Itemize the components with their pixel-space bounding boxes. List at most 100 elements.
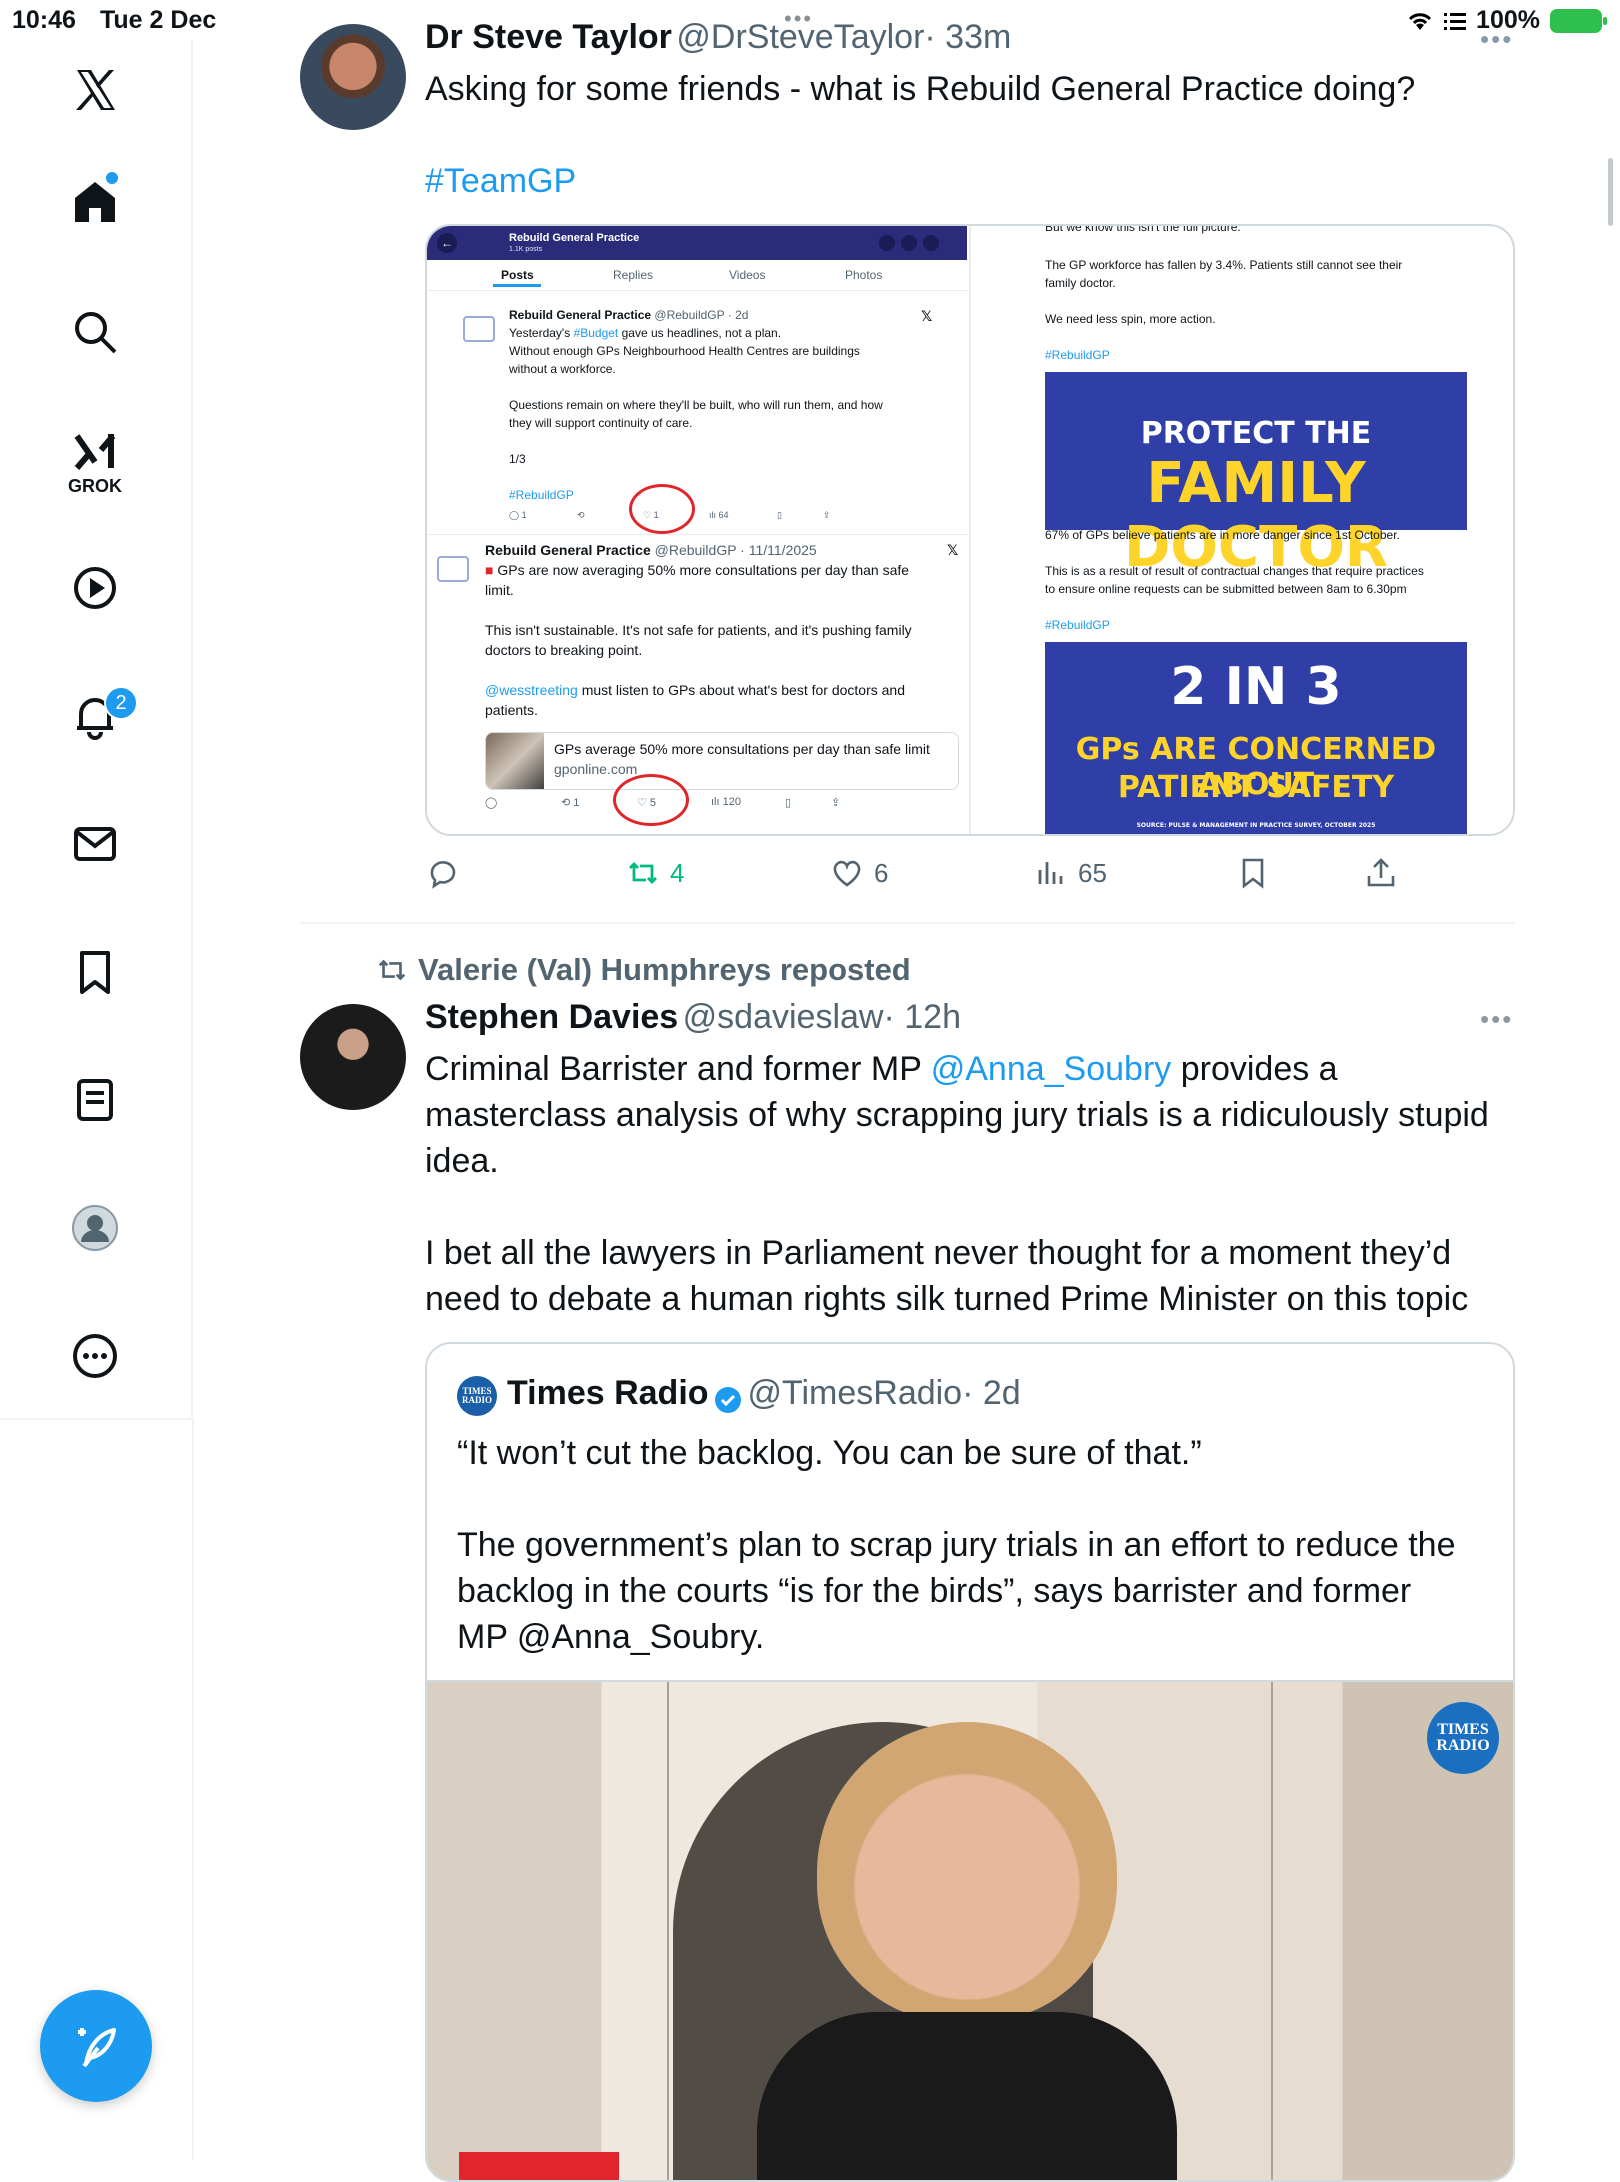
verified-badge-icon — [715, 1386, 741, 1413]
media-image-left[interactable]: ← Rebuild General Practice 1.1K posts Po… — [427, 226, 967, 834]
focus-list-icon — [1444, 12, 1467, 30]
author-handle[interactable]: @DrSteveTaylor — [676, 18, 924, 56]
quote-line3: backlog in the courts “is for the birds”… — [457, 1572, 1412, 1610]
share-icon — [1367, 858, 1395, 887]
hashtag-link[interactable]: #TeamGP — [425, 158, 576, 204]
repost-banner[interactable]: Valerie (Val) Humphreys reposted — [376, 952, 911, 988]
bookmark-icon — [1242, 858, 1264, 889]
mini-post1-view-count: 64 — [718, 510, 729, 520]
mini-divider — [427, 290, 967, 291]
tweet-more-icon[interactable]: ••• — [1480, 24, 1513, 55]
bookmarks-icon[interactable] — [65, 942, 125, 1002]
status-time: 10:46 — [12, 6, 76, 34]
author-handle[interactable]: @sdavieslaw — [683, 998, 884, 1036]
tweet-text-line5: need to debate a human rights silk turne… — [425, 1280, 1469, 1318]
right-line2: The GP workforce has fallen by 3.4%. Pat… — [1045, 258, 1403, 272]
quote-line2: The government’s plan to scrap jury tria… — [457, 1526, 1456, 1564]
like-button[interactable]: 6 — [830, 856, 888, 890]
mini-back-icon: ← — [437, 233, 457, 253]
mini-post2-bookmark-icon: ▯ — [785, 797, 792, 809]
mini-post2-repost-count: 1 — [573, 797, 580, 809]
reply-icon — [430, 861, 456, 889]
right-line6: This is as a result of result of contrac… — [1045, 564, 1424, 578]
author-name[interactable]: Stephen Davies — [425, 998, 678, 1036]
reply-button[interactable] — [426, 856, 460, 890]
x-logo-icon[interactable] — [65, 60, 125, 120]
right-hashtag-2: #RebuildGP — [1045, 618, 1110, 632]
tweet-header: Dr Steve Taylor @DrSteveTaylor· 33m — [425, 18, 1011, 57]
right-line5: 67% of GPs believe patients are in more … — [1045, 528, 1400, 542]
video-person-body — [757, 2012, 1177, 2180]
home-notification-dot — [106, 172, 118, 184]
mini-post2-name: Rebuild General Practice — [485, 542, 651, 558]
avatar[interactable] — [300, 1004, 406, 1110]
right-line1: But we know this isn't the full picture. — [1045, 224, 1241, 234]
logo-line1: TIMES — [1437, 1721, 1489, 1738]
mini-x-icon: 𝕏 — [921, 308, 933, 324]
repost-count: 4 — [670, 857, 685, 888]
video-panel-edge — [1271, 1682, 1273, 2180]
tweet-time[interactable]: · 33m — [924, 18, 1011, 56]
heart-icon — [833, 860, 861, 887]
tweet-header: Stephen Davies @sdavieslaw· 12h — [425, 998, 961, 1037]
tweet-text-post: provides a — [1171, 1050, 1338, 1088]
more-icon[interactable] — [65, 1326, 125, 1386]
grok-label: GROK — [68, 476, 122, 496]
media-image-right[interactable]: But we know this isn't the full picture.… — [969, 224, 1513, 834]
right-hashtag-1: #RebuildGP — [1045, 348, 1110, 362]
bookmark-button[interactable] — [1236, 856, 1270, 890]
mini-post2-line3: This isn't sustainable. It's not safe fo… — [485, 622, 912, 638]
quote-line4: MP @Anna_Soubry. — [457, 1618, 765, 1656]
notifications-badge: 2 — [104, 686, 138, 720]
mini-post2-share-icon: ⇪ — [831, 797, 841, 809]
scrollbar-thumb[interactable] — [1608, 158, 1613, 226]
lists-icon[interactable] — [65, 1070, 125, 1130]
poster-safety-source: SOURCE: PULSE & MANAGEMENT IN PRACTICE S… — [1136, 822, 1376, 829]
share-button[interactable] — [1364, 856, 1398, 890]
tweet-text-pre: Criminal Barrister and former MP — [425, 1050, 931, 1088]
mini-post1-views: ılı 64 — [709, 510, 729, 520]
tweet-time[interactable]: · 12h — [883, 998, 961, 1036]
compose-button[interactable] — [40, 1990, 152, 2102]
mini-post1-line1-post: gave us headlines, not a plan. — [618, 326, 782, 340]
author-name[interactable]: Dr Steve Taylor — [425, 18, 672, 56]
video-icon[interactable] — [65, 558, 125, 618]
mini-post2-mention: @wesstreeting — [485, 682, 578, 698]
mini-link-title: GPs average 50% more consultations per d… — [554, 741, 930, 757]
mention-link[interactable]: @Anna_Soubry — [931, 1050, 1172, 1088]
mini-post1-bookmark-icon: ▯ — [777, 510, 782, 520]
right-line7: to ensure online requests can be submitt… — [1045, 582, 1407, 596]
mini-post1-line5: they will support continuity of care. — [509, 416, 693, 430]
messages-icon[interactable] — [65, 814, 125, 874]
mini-post1-line2: Without enough GPs Neighbourhood Health … — [509, 344, 860, 358]
profile-icon[interactable] — [65, 1198, 125, 1258]
repost-icon — [629, 862, 657, 884]
mini-post1-line1-pre: Yesterday's — [509, 326, 574, 340]
mini-post1-handle: @RebuildGP · 2d — [654, 308, 749, 322]
poster-safety-big: 2 IN 3 — [1170, 657, 1342, 717]
grok-icon[interactable] — [65, 422, 125, 482]
video-panel-edge — [667, 1682, 669, 2180]
avatar[interactable] — [300, 24, 406, 130]
tweet-divider — [300, 922, 1514, 924]
mini-post2-line5: @wesstreeting must listen to GPs about w… — [485, 682, 905, 698]
quoted-tweet[interactable]: TIMES RADIO Times Radio @TimesRadio· 2d … — [425, 1342, 1515, 2182]
poster-protect-big: FAMILY DOCTOR — [1123, 451, 1389, 580]
mini-post1-line6: 1/3 — [509, 452, 526, 466]
wifi-icon — [1408, 12, 1432, 30]
mini-post2-repost: ⟲ 1 — [561, 797, 580, 809]
logo-line2: RADIO — [1436, 1737, 1490, 1754]
mini-post2-line1: ■ GPs are now averaging 50% more consult… — [485, 562, 909, 578]
mini-post2-reply-icon: ◯ — [485, 797, 498, 809]
tweet-media[interactable]: ← Rebuild General Practice 1.1K posts Po… — [425, 224, 1515, 836]
repost-button[interactable]: 4 — [626, 856, 684, 890]
mini-post1-line1: Yesterday's #Budget gave us headlines, n… — [509, 326, 781, 340]
mini-avatar — [463, 316, 495, 342]
search-icon[interactable] — [65, 302, 125, 362]
views-button[interactable]: 65 — [1034, 856, 1107, 890]
tweet-more-icon[interactable]: ••• — [1480, 1004, 1513, 1035]
quote-avatar[interactable]: TIMES RADIO — [457, 1376, 497, 1416]
video-player[interactable]: TIMES RADIO — [427, 1680, 1513, 2180]
battery-icon — [1550, 8, 1607, 33]
mini-link-domain: gponline.com — [554, 761, 638, 777]
